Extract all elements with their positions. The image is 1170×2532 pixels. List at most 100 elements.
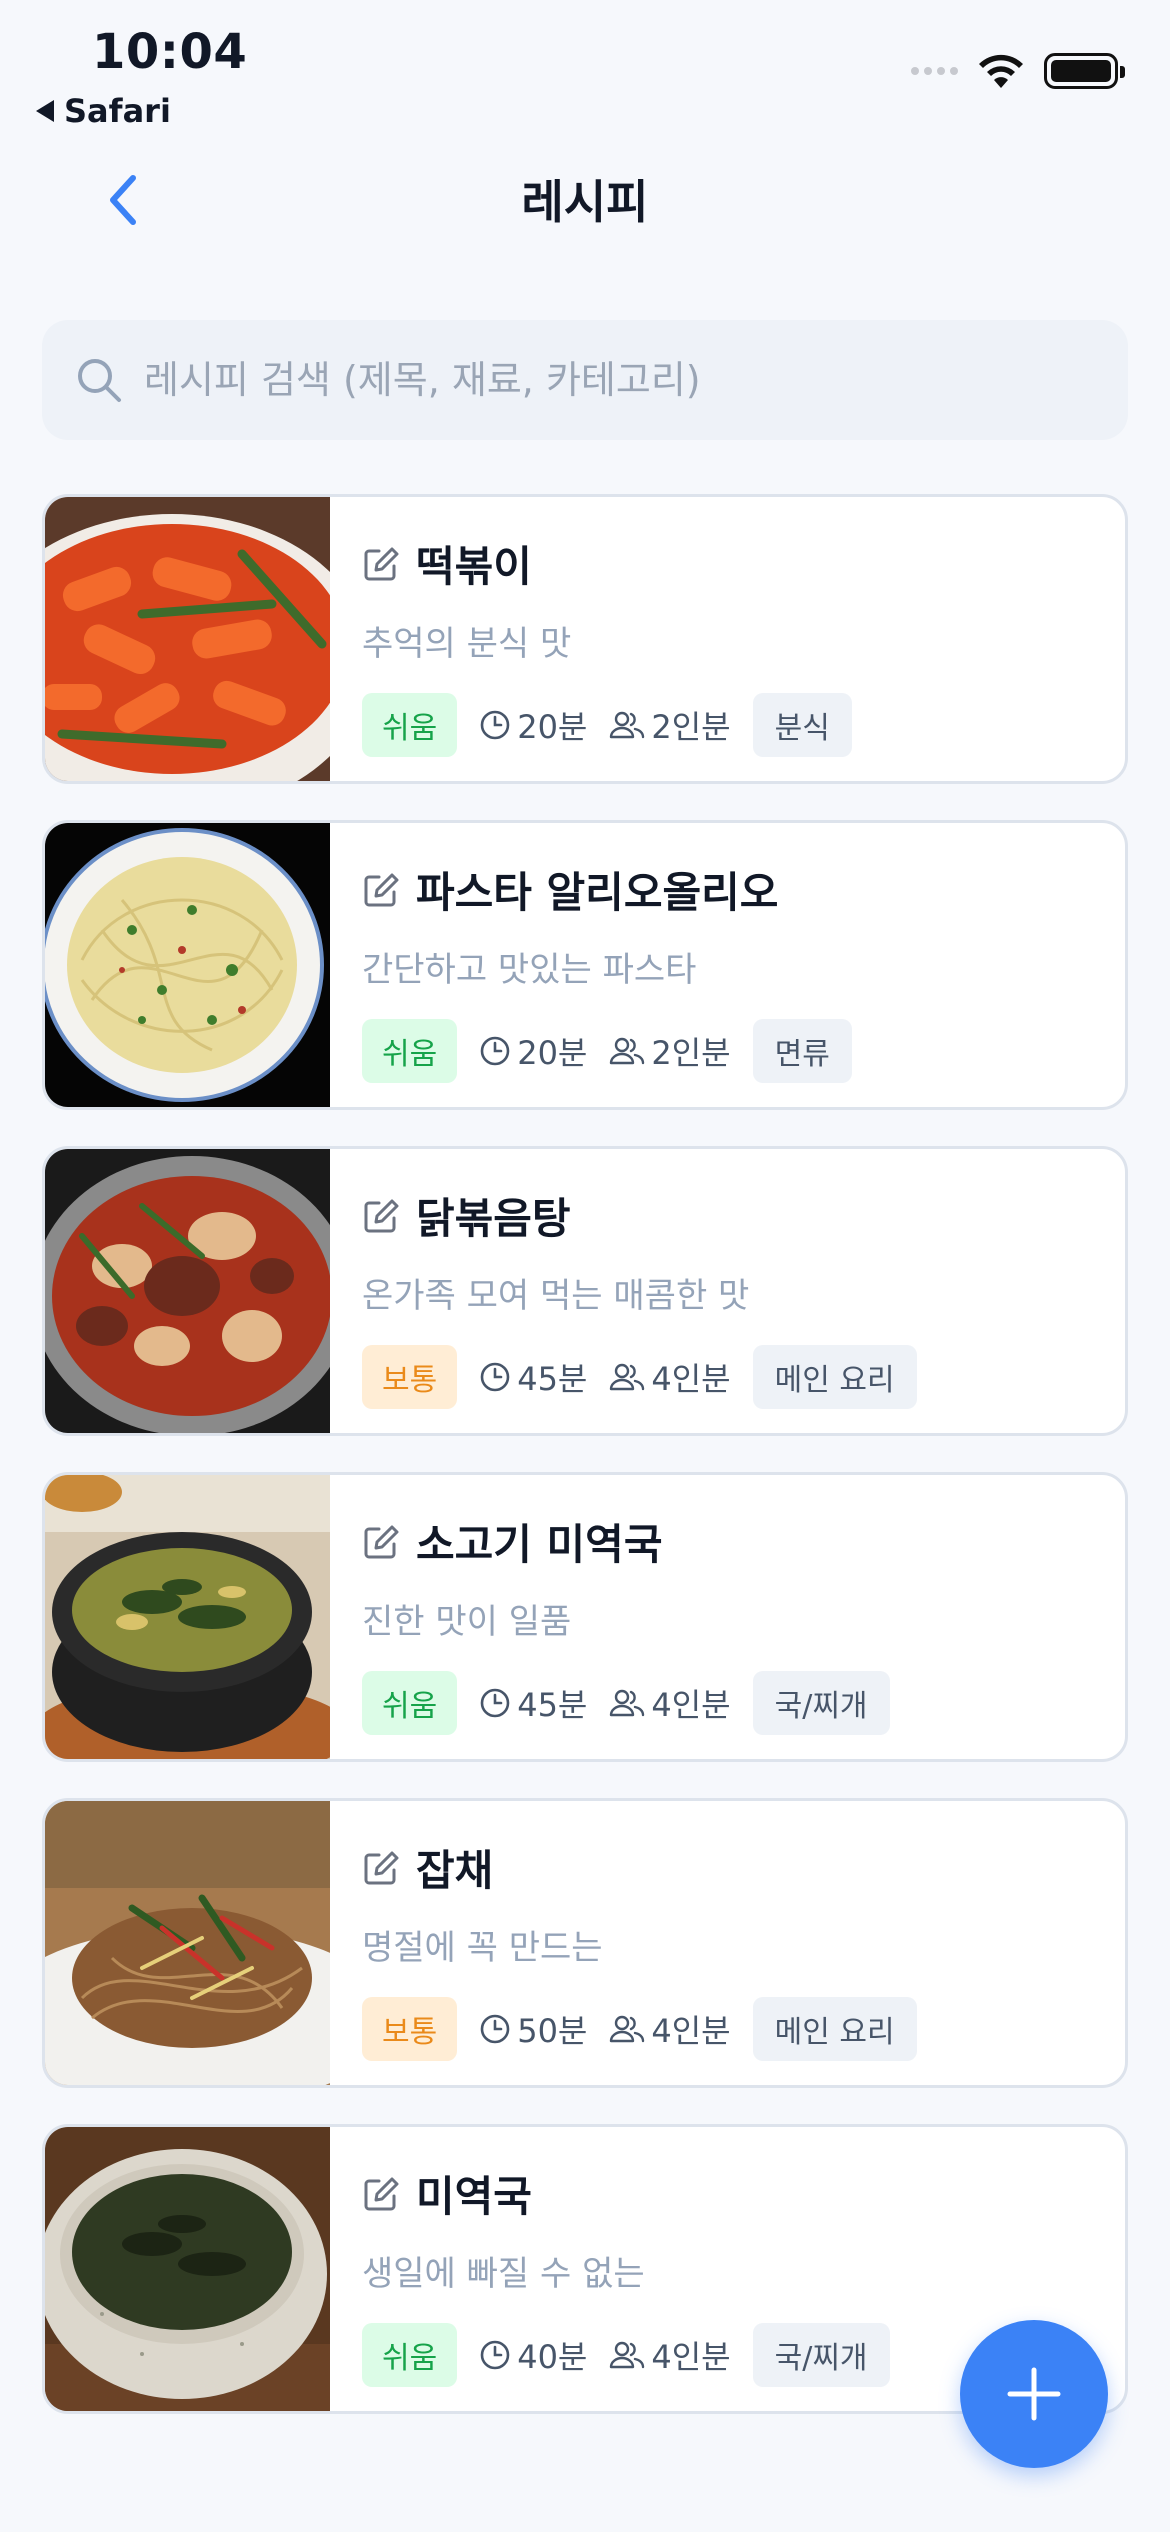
- search-bar[interactable]: [42, 320, 1128, 440]
- users-icon: [610, 711, 645, 739]
- recipe-card[interactable]: 잡채 명절에 꼭 만드는 보통 50분 4인분 메인 요리: [42, 1798, 1128, 2088]
- status-bar: 10:04 Safari: [0, 0, 1170, 130]
- servings: 4인분: [609, 2006, 731, 2052]
- users-icon: [610, 2341, 645, 2369]
- add-recipe-button[interactable]: [960, 2320, 1108, 2468]
- recipe-thumbnail: [45, 823, 330, 1107]
- status-indicators: [911, 52, 1125, 90]
- recipe-thumbnail: [45, 1149, 330, 1433]
- recipe-thumbnail: [45, 497, 330, 781]
- recipe-info: 잡채 명절에 꼭 만드는 보통 50분 4인분 메인 요리: [330, 1801, 1125, 2085]
- signal-icon: [911, 67, 958, 75]
- page-title: 레시피: [521, 175, 649, 229]
- recipe-title: 닭볶음탕: [416, 1194, 571, 1243]
- clock-icon: [480, 2014, 510, 2044]
- category-tag: 메인 요리: [752, 1345, 917, 1409]
- users-icon: [610, 2015, 645, 2043]
- category-tag: 국/찌개: [752, 2323, 890, 2387]
- clock-icon: [480, 1688, 510, 1718]
- servings-value: 2인분: [651, 1034, 731, 1072]
- recipe-description: 명절에 꼭 만드는: [362, 1928, 603, 1968]
- users-icon: [610, 1363, 645, 1391]
- edit-icon[interactable]: [362, 545, 400, 583]
- servings-value: 4인분: [651, 2338, 731, 2376]
- back-triangle-icon: [36, 100, 54, 122]
- recipe-description: 온가족 모여 먹는 매콤한 맛: [362, 1276, 750, 1316]
- edit-icon[interactable]: [362, 1849, 400, 1887]
- cook-time: 50분: [479, 2006, 587, 2052]
- battery-icon: [1044, 53, 1125, 89]
- category-tag: 면류: [752, 1019, 852, 1083]
- recipe-title: 잡채: [416, 1846, 494, 1895]
- category-tag: 분식: [752, 693, 852, 757]
- search-input[interactable]: [144, 358, 1094, 402]
- cook-time: 45분: [479, 1680, 587, 1726]
- difficulty-badge: 쉬움: [362, 1671, 458, 1735]
- users-icon: [610, 1037, 645, 1065]
- recipe-title: 떡볶이: [416, 542, 532, 591]
- recipe-description: 추억의 분식 맛: [362, 624, 572, 664]
- navigation-bar: 레시피: [0, 150, 1170, 250]
- recipe-thumbnail: [45, 2127, 330, 2411]
- recipe-thumbnail: [45, 1801, 330, 2085]
- recipe-card[interactable]: 파스타 알리오올리오 간단하고 맛있는 파스타 쉬움 20분 2인분 면류: [42, 820, 1128, 1110]
- back-app-label: Safari: [64, 92, 171, 130]
- servings-value: 4인분: [651, 1686, 731, 1724]
- recipe-info: 닭볶음탕 온가족 모여 먹는 매콤한 맛 보통 45분 4인분 메인 요리: [330, 1149, 1125, 1433]
- servings: 2인분: [609, 702, 731, 748]
- recipe-description: 간단하고 맛있는 파스타: [362, 950, 697, 990]
- servings-value: 4인분: [651, 1360, 731, 1398]
- servings-value: 4인분: [651, 2012, 731, 2050]
- recipe-card[interactable]: 소고기 미역국 진한 맛이 일품 쉬움 45분 4인분 국/찌개: [42, 1472, 1128, 1762]
- recipe-card[interactable]: 떡볶이 추억의 분식 맛 쉬움 20분 2인분 분식: [42, 494, 1128, 784]
- clock-icon: [480, 710, 510, 740]
- cook-time-value: 45분: [517, 1360, 588, 1398]
- difficulty-badge: 쉬움: [362, 693, 458, 757]
- difficulty-badge: 보통: [362, 1997, 458, 2061]
- edit-icon[interactable]: [362, 1523, 400, 1561]
- edit-icon[interactable]: [362, 2175, 400, 2213]
- edit-icon[interactable]: [362, 871, 400, 909]
- cook-time: 20분: [479, 1028, 587, 1074]
- plus-icon: [1007, 2367, 1061, 2421]
- users-icon: [610, 1689, 645, 1717]
- servings: 4인분: [609, 2332, 731, 2378]
- cook-time-value: 20분: [517, 1034, 588, 1072]
- servings: 4인분: [609, 1354, 731, 1400]
- clock-icon: [480, 2340, 510, 2370]
- difficulty-badge: 쉬움: [362, 1019, 458, 1083]
- cook-time: 20분: [479, 702, 587, 748]
- recipe-title: 파스타 알리오올리오: [416, 868, 779, 917]
- recipe-list-screen: 10:04 Safari 레시피 레시피 검색 (제목, 재료, 카테고리) 떡…: [0, 0, 1170, 2532]
- recipe-card[interactable]: 닭볶음탕 온가족 모여 먹는 매콤한 맛 보통 45분 4인분 메인 요리: [42, 1146, 1128, 1436]
- difficulty-badge: 쉬움: [362, 2323, 458, 2387]
- recipe-list: 떡볶이 추억의 분식 맛 쉬움 20분 2인분 분식 파스타 알리오올리오 간단…: [42, 494, 1128, 2450]
- servings: 2인분: [609, 1028, 731, 1074]
- recipe-info: 소고기 미역국 진한 맛이 일품 쉬움 45분 4인분 국/찌개: [330, 1475, 1125, 1759]
- search-icon: [78, 359, 121, 402]
- edit-icon[interactable]: [362, 1197, 400, 1235]
- cook-time: 45분: [479, 1354, 587, 1400]
- status-time: 10:04: [92, 24, 248, 80]
- clock-icon: [480, 1036, 510, 1066]
- cook-time-value: 40분: [517, 2338, 588, 2376]
- cook-time-value: 45분: [517, 1686, 588, 1724]
- recipe-title: 미역국: [416, 2172, 532, 2221]
- servings-value: 2인분: [651, 708, 731, 746]
- servings: 4인분: [609, 1680, 731, 1726]
- recipe-title: 소고기 미역국: [416, 1520, 663, 1569]
- cook-time-value: 50분: [517, 2012, 588, 2050]
- recipe-info: 파스타 알리오올리오 간단하고 맛있는 파스타 쉬움 20분 2인분 면류: [330, 823, 1125, 1107]
- wifi-icon: [979, 54, 1023, 88]
- cook-time-value: 20분: [517, 708, 588, 746]
- cook-time: 40분: [479, 2332, 587, 2378]
- recipe-thumbnail: [45, 1475, 330, 1759]
- recipe-description: 생일에 빠질 수 없는: [362, 2254, 645, 2294]
- back-to-app-link[interactable]: Safari: [36, 92, 171, 130]
- clock-icon: [480, 1362, 510, 1392]
- difficulty-badge: 보통: [362, 1345, 458, 1409]
- recipe-description: 진한 맛이 일품: [362, 1602, 572, 1642]
- category-tag: 메인 요리: [752, 1997, 917, 2061]
- recipe-info: 떡볶이 추억의 분식 맛 쉬움 20분 2인분 분식: [330, 497, 1125, 781]
- category-tag: 국/찌개: [752, 1671, 890, 1735]
